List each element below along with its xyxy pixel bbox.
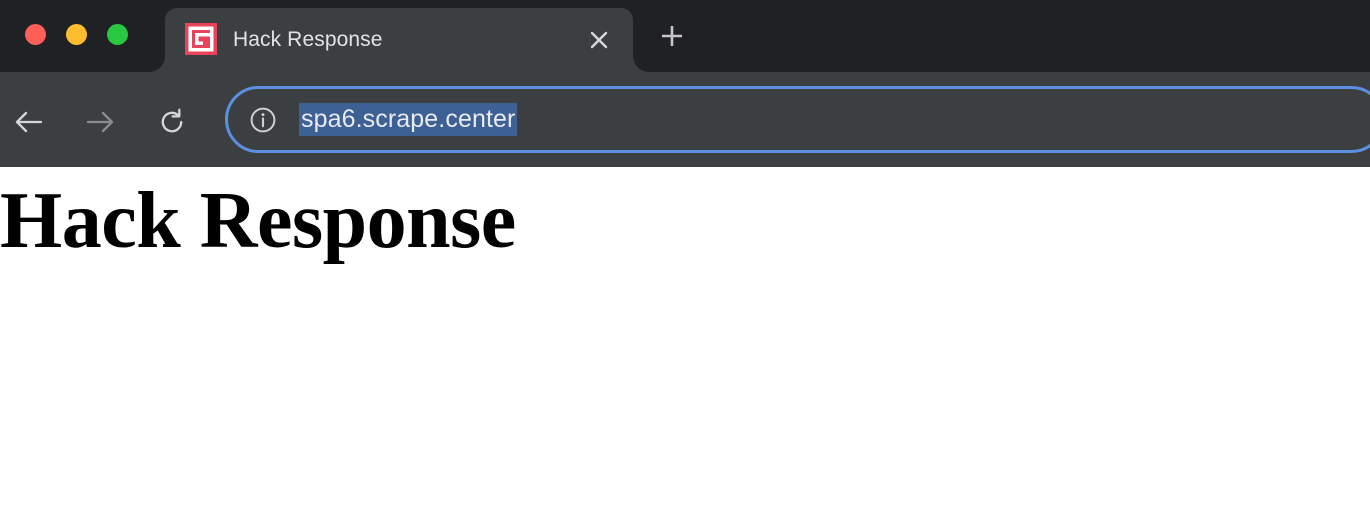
window-minimize-button[interactable] (66, 24, 87, 45)
page-title: Hack Response (0, 177, 516, 265)
page-content: Hack Response (0, 167, 1370, 514)
window-zoom-button[interactable] (107, 24, 128, 45)
browser-window: Hack Response spa6.scrape.center (0, 0, 1370, 167)
address-bar[interactable]: spa6.scrape.center (225, 86, 1370, 153)
info-circle-icon[interactable] (247, 104, 279, 136)
tab-title: Hack Response (233, 28, 383, 51)
browser-tab-active[interactable]: Hack Response (149, 8, 649, 72)
back-button-icon[interactable] (5, 98, 53, 146)
forward-button-icon[interactable] (76, 98, 124, 146)
window-close-button[interactable] (25, 24, 46, 45)
tab-close-icon[interactable] (585, 26, 613, 54)
url-input[interactable]: spa6.scrape.center (299, 102, 518, 137)
reload-button-icon[interactable] (148, 98, 196, 146)
url-text-container[interactable]: spa6.scrape.center (299, 89, 518, 150)
tab-corner-right (633, 56, 649, 72)
g-logo-icon (184, 22, 218, 56)
tab-strip: Hack Response (0, 0, 1370, 72)
window-traffic-lights (25, 24, 128, 45)
tab-corner-left (149, 56, 165, 72)
new-tab-button[interactable] (655, 19, 689, 53)
